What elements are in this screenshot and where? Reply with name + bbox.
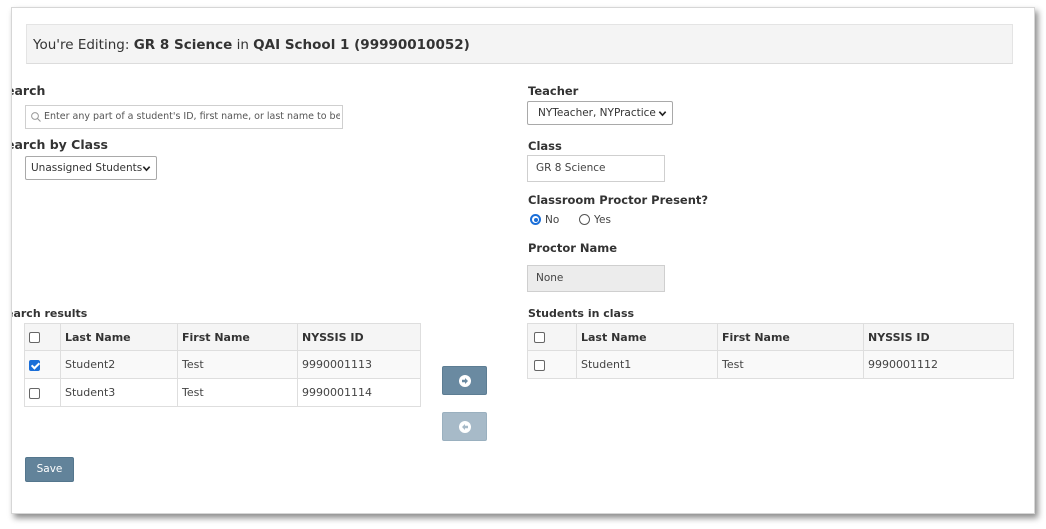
banner-in: in bbox=[236, 37, 249, 53]
nyssis-id-cell: 9990001114 bbox=[297, 378, 421, 407]
teacher-select[interactable]: NYTeacher, NYPractice bbox=[527, 101, 673, 125]
column-header: Last Name bbox=[60, 323, 178, 351]
proctor-yes-radio[interactable] bbox=[579, 214, 590, 225]
row-checkbox[interactable] bbox=[29, 359, 40, 371]
search-icon bbox=[31, 112, 41, 122]
editing-banner: You're Editing: GR 8 Science in QAI Scho… bbox=[26, 24, 1013, 64]
proctor-name-input[interactable]: None bbox=[527, 265, 665, 292]
row-select-cell bbox=[24, 378, 61, 407]
save-button[interactable]: Save bbox=[25, 457, 74, 482]
search-placeholder: Enter any part of a student's ID, first … bbox=[44, 111, 340, 122]
row-checkbox[interactable] bbox=[534, 359, 545, 371]
students-in-class-label: Students in class bbox=[528, 307, 635, 320]
first-name-cell: Test bbox=[177, 350, 298, 379]
table-row[interactable]: Student1 Test 9990001112 bbox=[527, 350, 1014, 379]
banner-prefix: You're Editing: bbox=[33, 37, 130, 53]
proctor-name-value: None bbox=[536, 272, 564, 284]
move-to-class-button[interactable] bbox=[442, 366, 487, 395]
last-name-cell: Student1 bbox=[576, 350, 718, 379]
student-search-input[interactable]: Enter any part of a student's ID, first … bbox=[25, 105, 343, 129]
proctor-name-label: Proctor Name bbox=[528, 241, 618, 255]
select-all-cell bbox=[527, 323, 577, 351]
class-name-value: GR 8 Science bbox=[536, 162, 606, 174]
table-row[interactable]: Student2 Test 9990001113 bbox=[24, 350, 421, 379]
teacher-value: NYTeacher, NYPractice bbox=[538, 107, 656, 119]
column-header: Last Name bbox=[576, 323, 718, 351]
arrow-left-circle-icon bbox=[459, 421, 471, 433]
column-header: NYSSIS ID bbox=[297, 323, 421, 351]
proctor-yes-label: Yes bbox=[594, 214, 611, 226]
edit-class-panel: You're Editing: GR 8 Science in QAI Scho… bbox=[11, 7, 1035, 514]
table-row[interactable]: Student3 Test 9990001114 bbox=[24, 378, 421, 407]
table-header-row: Last Name First Name NYSSIS ID bbox=[24, 323, 421, 351]
proctor-no-label: No bbox=[545, 214, 560, 226]
column-header: First Name bbox=[177, 323, 298, 351]
nyssis-id-cell: 9990001112 bbox=[863, 350, 1014, 379]
search-results-table: Last Name First Name NYSSIS ID Student2 … bbox=[24, 323, 421, 407]
last-name-cell: Student2 bbox=[60, 350, 178, 379]
teacher-label: Teacher bbox=[528, 84, 579, 98]
table-header-row: Last Name First Name NYSSIS ID bbox=[527, 323, 1014, 351]
search-by-class-label: earch by Class bbox=[11, 137, 108, 152]
arrow-right-circle-icon bbox=[459, 375, 471, 387]
remove-from-class-button[interactable] bbox=[442, 412, 487, 441]
search-label: earch bbox=[12, 83, 46, 98]
column-header: NYSSIS ID bbox=[863, 323, 1014, 351]
column-header: First Name bbox=[717, 323, 864, 351]
chevron-down-icon bbox=[658, 111, 667, 117]
row-select-cell bbox=[527, 350, 577, 379]
row-select-cell bbox=[24, 350, 61, 379]
class-filter-select[interactable]: Unassigned Students bbox=[25, 156, 157, 180]
banner-class-name: GR 8 Science bbox=[133, 37, 233, 53]
select-all-checkbox[interactable] bbox=[534, 332, 545, 343]
select-all-cell bbox=[24, 323, 61, 351]
row-checkbox[interactable] bbox=[29, 387, 40, 399]
class-filter-value: Unassigned Students bbox=[31, 162, 143, 174]
proctor-present-label: Classroom Proctor Present? bbox=[528, 193, 709, 207]
select-all-checkbox[interactable] bbox=[29, 332, 40, 343]
first-name-cell: Test bbox=[717, 350, 864, 379]
proctor-no-radio[interactable] bbox=[530, 214, 541, 225]
chevron-down-icon bbox=[142, 166, 151, 172]
banner-school: QAI School 1 (99990010052) bbox=[253, 37, 470, 53]
class-name-input[interactable]: GR 8 Science bbox=[527, 155, 665, 182]
students-in-class-table: Last Name First Name NYSSIS ID Student1 … bbox=[527, 323, 1014, 379]
first-name-cell: Test bbox=[177, 378, 298, 407]
nyssis-id-cell: 9990001113 bbox=[297, 350, 421, 379]
search-results-label: earch results bbox=[11, 307, 88, 320]
class-label: Class bbox=[528, 139, 562, 153]
last-name-cell: Student3 bbox=[60, 378, 178, 407]
